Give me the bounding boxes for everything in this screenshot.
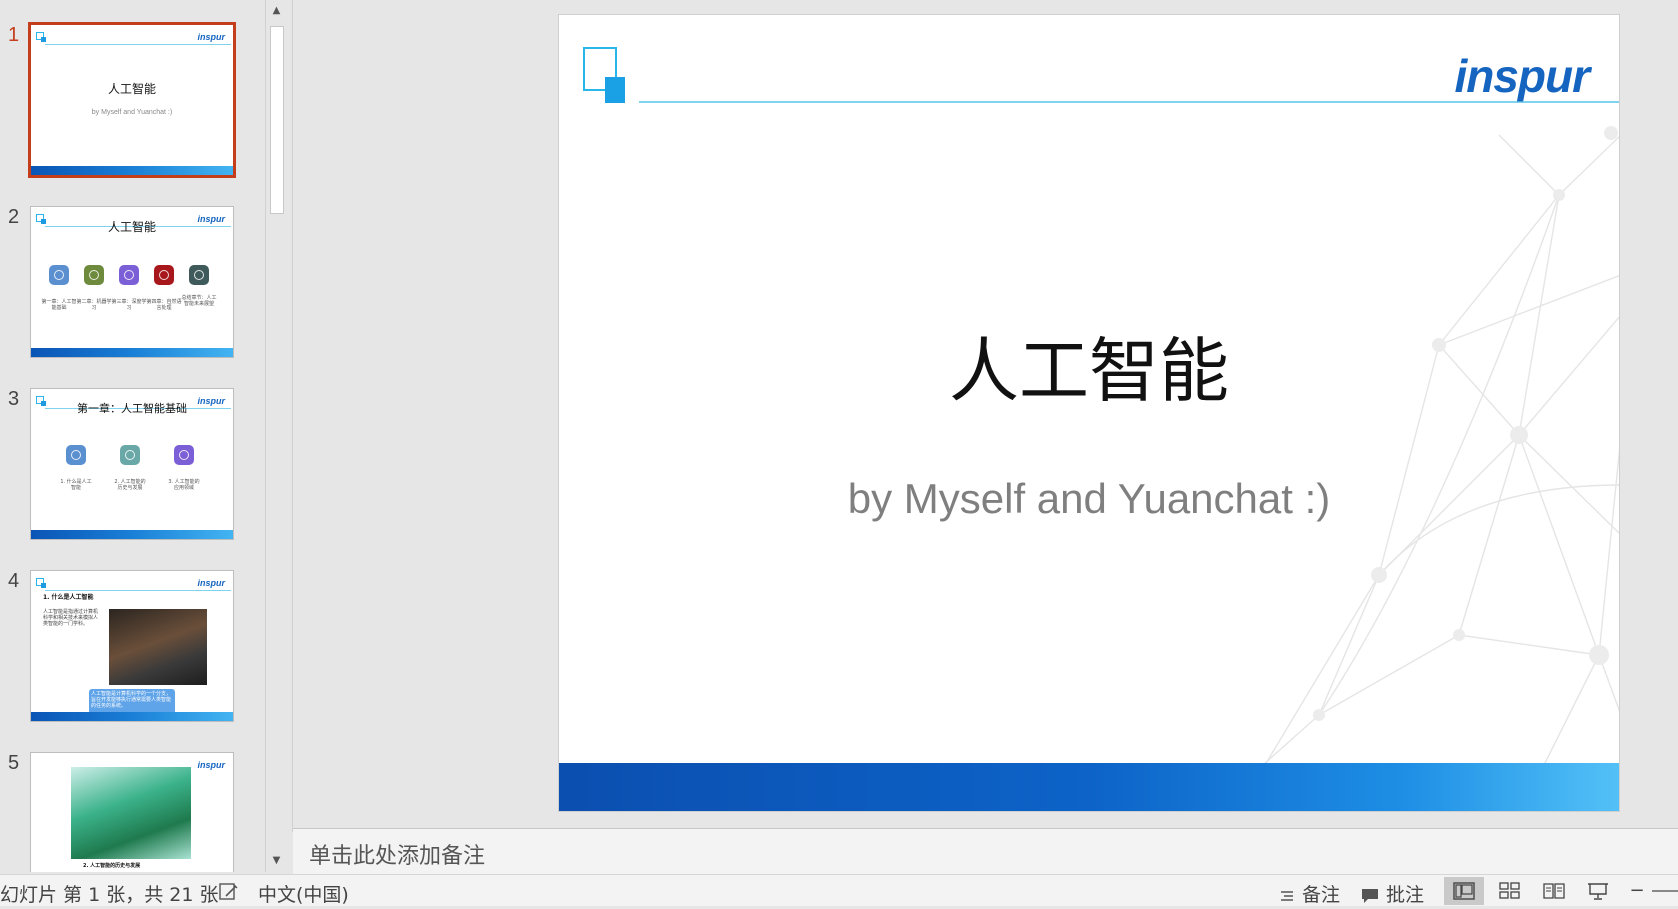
header-line: [45, 44, 231, 45]
notes-pane[interactable]: 单击此处添加备注: [293, 828, 1678, 874]
thumbnail-caption: 2. 人工智能的历史与发展: [83, 863, 141, 869]
thumbnail-row-1[interactable]: 1 inspur 人工智能 by Myself and Yuanchat :): [0, 22, 262, 184]
slide-counter: 幻灯片 第 1 张，共 21 张: [0, 884, 219, 906]
thumbnail-row-5[interactable]: 5 inspur 2. 人工智能的历史与发展: [0, 752, 262, 872]
thumbnail-number: 2: [8, 206, 20, 228]
notes-icon: [1281, 890, 1293, 901]
section-icon: [120, 445, 140, 465]
thumbnail-row-2[interactable]: 2 inspur 人工智能 第一章：人工智能基础 第二章：机器学习 第三章：深度…: [0, 206, 262, 366]
thumbnail-row-4[interactable]: 4 inspur 1. 什么是人工智能 人工智能是指通过计算机科学和相关技术来模…: [0, 570, 262, 730]
thumbnail-scrollbar[interactable]: ▲ ▼: [265, 0, 287, 872]
scroll-down-icon[interactable]: ▼: [266, 850, 287, 872]
chapter-icon: [119, 265, 139, 285]
spell-check-icon[interactable]: [218, 880, 240, 902]
corner-decoration: [36, 32, 46, 42]
slide-subtitle[interactable]: by Myself and Yuanchat :): [559, 475, 1619, 523]
footer-band: [559, 763, 1619, 811]
slideshow-button[interactable]: [1578, 877, 1618, 905]
chapter-caption: 总结章节：人工智能未来展望: [181, 295, 217, 307]
thumbnail-number: 3: [8, 388, 20, 410]
zoom-out-button[interactable]: −: [1622, 877, 1652, 905]
header-line: [45, 590, 231, 591]
thumbnail-title: 人工智能: [107, 82, 156, 96]
thumbnail-body-text: 人工智能是指通过计算机科学和相关技术来模拟人类智能的一门学科。: [43, 609, 99, 627]
slide-canvas[interactable]: inspur 人工智能 by Myself and Yuanchat :): [558, 14, 1620, 812]
section-caption: 3. 人工智能的应用领域: [168, 479, 200, 491]
comments-button[interactable]: 批注: [1360, 880, 1424, 907]
notes-toggle-button[interactable]: 备注: [1278, 880, 1340, 907]
pane-divider[interactable]: [292, 0, 293, 832]
slide-sorter-button[interactable]: [1490, 877, 1530, 905]
inspur-logo: inspur: [197, 578, 225, 588]
notes-toggle-label: 备注: [1302, 884, 1341, 906]
chapter-caption: 第一章：人工智能基础: [41, 299, 77, 311]
slide-thumbnail-1[interactable]: inspur 人工智能 by Myself and Yuanchat :): [28, 22, 236, 178]
reading-view-button[interactable]: [1534, 877, 1574, 905]
chapter-caption: 第三章：深度学习: [111, 299, 147, 311]
language-indicator[interactable]: 中文(中国): [258, 880, 349, 907]
thumbnail-number: 4: [8, 570, 20, 592]
ice-mint-image: [71, 767, 191, 859]
normal-view-button[interactable]: [1444, 877, 1484, 905]
section-caption: 1. 什么是人工智能: [60, 479, 92, 491]
reading-view-icon: [1543, 883, 1565, 899]
slideshow-icon: [1588, 883, 1608, 900]
thumbnail-subtitle: by Myself and Yuanchat :): [91, 109, 173, 116]
person-photo: [109, 609, 207, 685]
thumbnail-number: 1: [8, 24, 20, 46]
scroll-up-icon[interactable]: ▲: [266, 0, 287, 22]
scrollbar-thumb[interactable]: [270, 26, 284, 214]
footer-band: [31, 348, 233, 357]
thumbnail-title: 第一章：人工智能基础: [77, 402, 187, 415]
slide-thumbnail-3[interactable]: inspur 第一章：人工智能基础 1. 什么是人工智能 2. 人工智能的历史与…: [30, 388, 234, 540]
status-bar: 幻灯片 第 1 张，共 21 张 中文(中国) 备注 批注 −: [0, 874, 1678, 906]
comments-label: 批注: [1386, 884, 1425, 906]
thumbnail-row-3[interactable]: 3 inspur 第一章：人工智能基础 1. 什么是人工智能 2. 人工智能的历…: [0, 388, 262, 548]
slide-thumbnail-pane: 1 inspur 人工智能 by Myself and Yuanchat :) …: [0, 0, 265, 872]
corner-decoration: [36, 578, 46, 588]
thumbnail-number: 5: [8, 752, 20, 774]
chapter-caption: 第二章：机器学习: [76, 299, 112, 311]
footer-band: [31, 530, 233, 539]
chapter-icon: [84, 265, 104, 285]
zoom-out-icon: −: [1629, 880, 1645, 901]
normal-view-icon: [1453, 882, 1475, 900]
thumbnail-title: 1. 什么是人工智能: [43, 594, 94, 601]
notes-placeholder[interactable]: 单击此处添加备注: [309, 838, 485, 870]
slide-thumbnail-4[interactable]: inspur 1. 什么是人工智能 人工智能是指通过计算机科学和相关技术来模拟人…: [30, 570, 234, 722]
thumbnail-title: 人工智能: [107, 220, 156, 234]
zoom-slider-track[interactable]: [1652, 890, 1678, 892]
footer-band: [31, 712, 233, 721]
footer-band: [31, 166, 233, 175]
section-icon: [66, 445, 86, 465]
inspur-logo: inspur: [197, 32, 225, 42]
corner-decoration: [583, 47, 625, 103]
slide-thumbnail-2[interactable]: inspur 人工智能 第一章：人工智能基础 第二章：机器学习 第三章：深度学习…: [30, 206, 234, 358]
inspur-logo: inspur: [197, 760, 225, 770]
inspur-logo: inspur: [1454, 50, 1590, 102]
chapter-caption: 第四章：自然语言处理: [146, 299, 182, 311]
chapter-icon: [189, 265, 209, 285]
section-icon: [174, 445, 194, 465]
slide-sorter-icon: [1499, 882, 1520, 899]
slide-title[interactable]: 人工智能: [559, 315, 1619, 416]
chapter-icon: [49, 265, 69, 285]
slide-thumbnail-5[interactable]: inspur 2. 人工智能的历史与发展: [30, 752, 234, 872]
chapter-icon: [154, 265, 174, 285]
comment-icon: [1362, 888, 1378, 903]
section-caption: 2. 人工智能的历史与发展: [114, 479, 146, 491]
